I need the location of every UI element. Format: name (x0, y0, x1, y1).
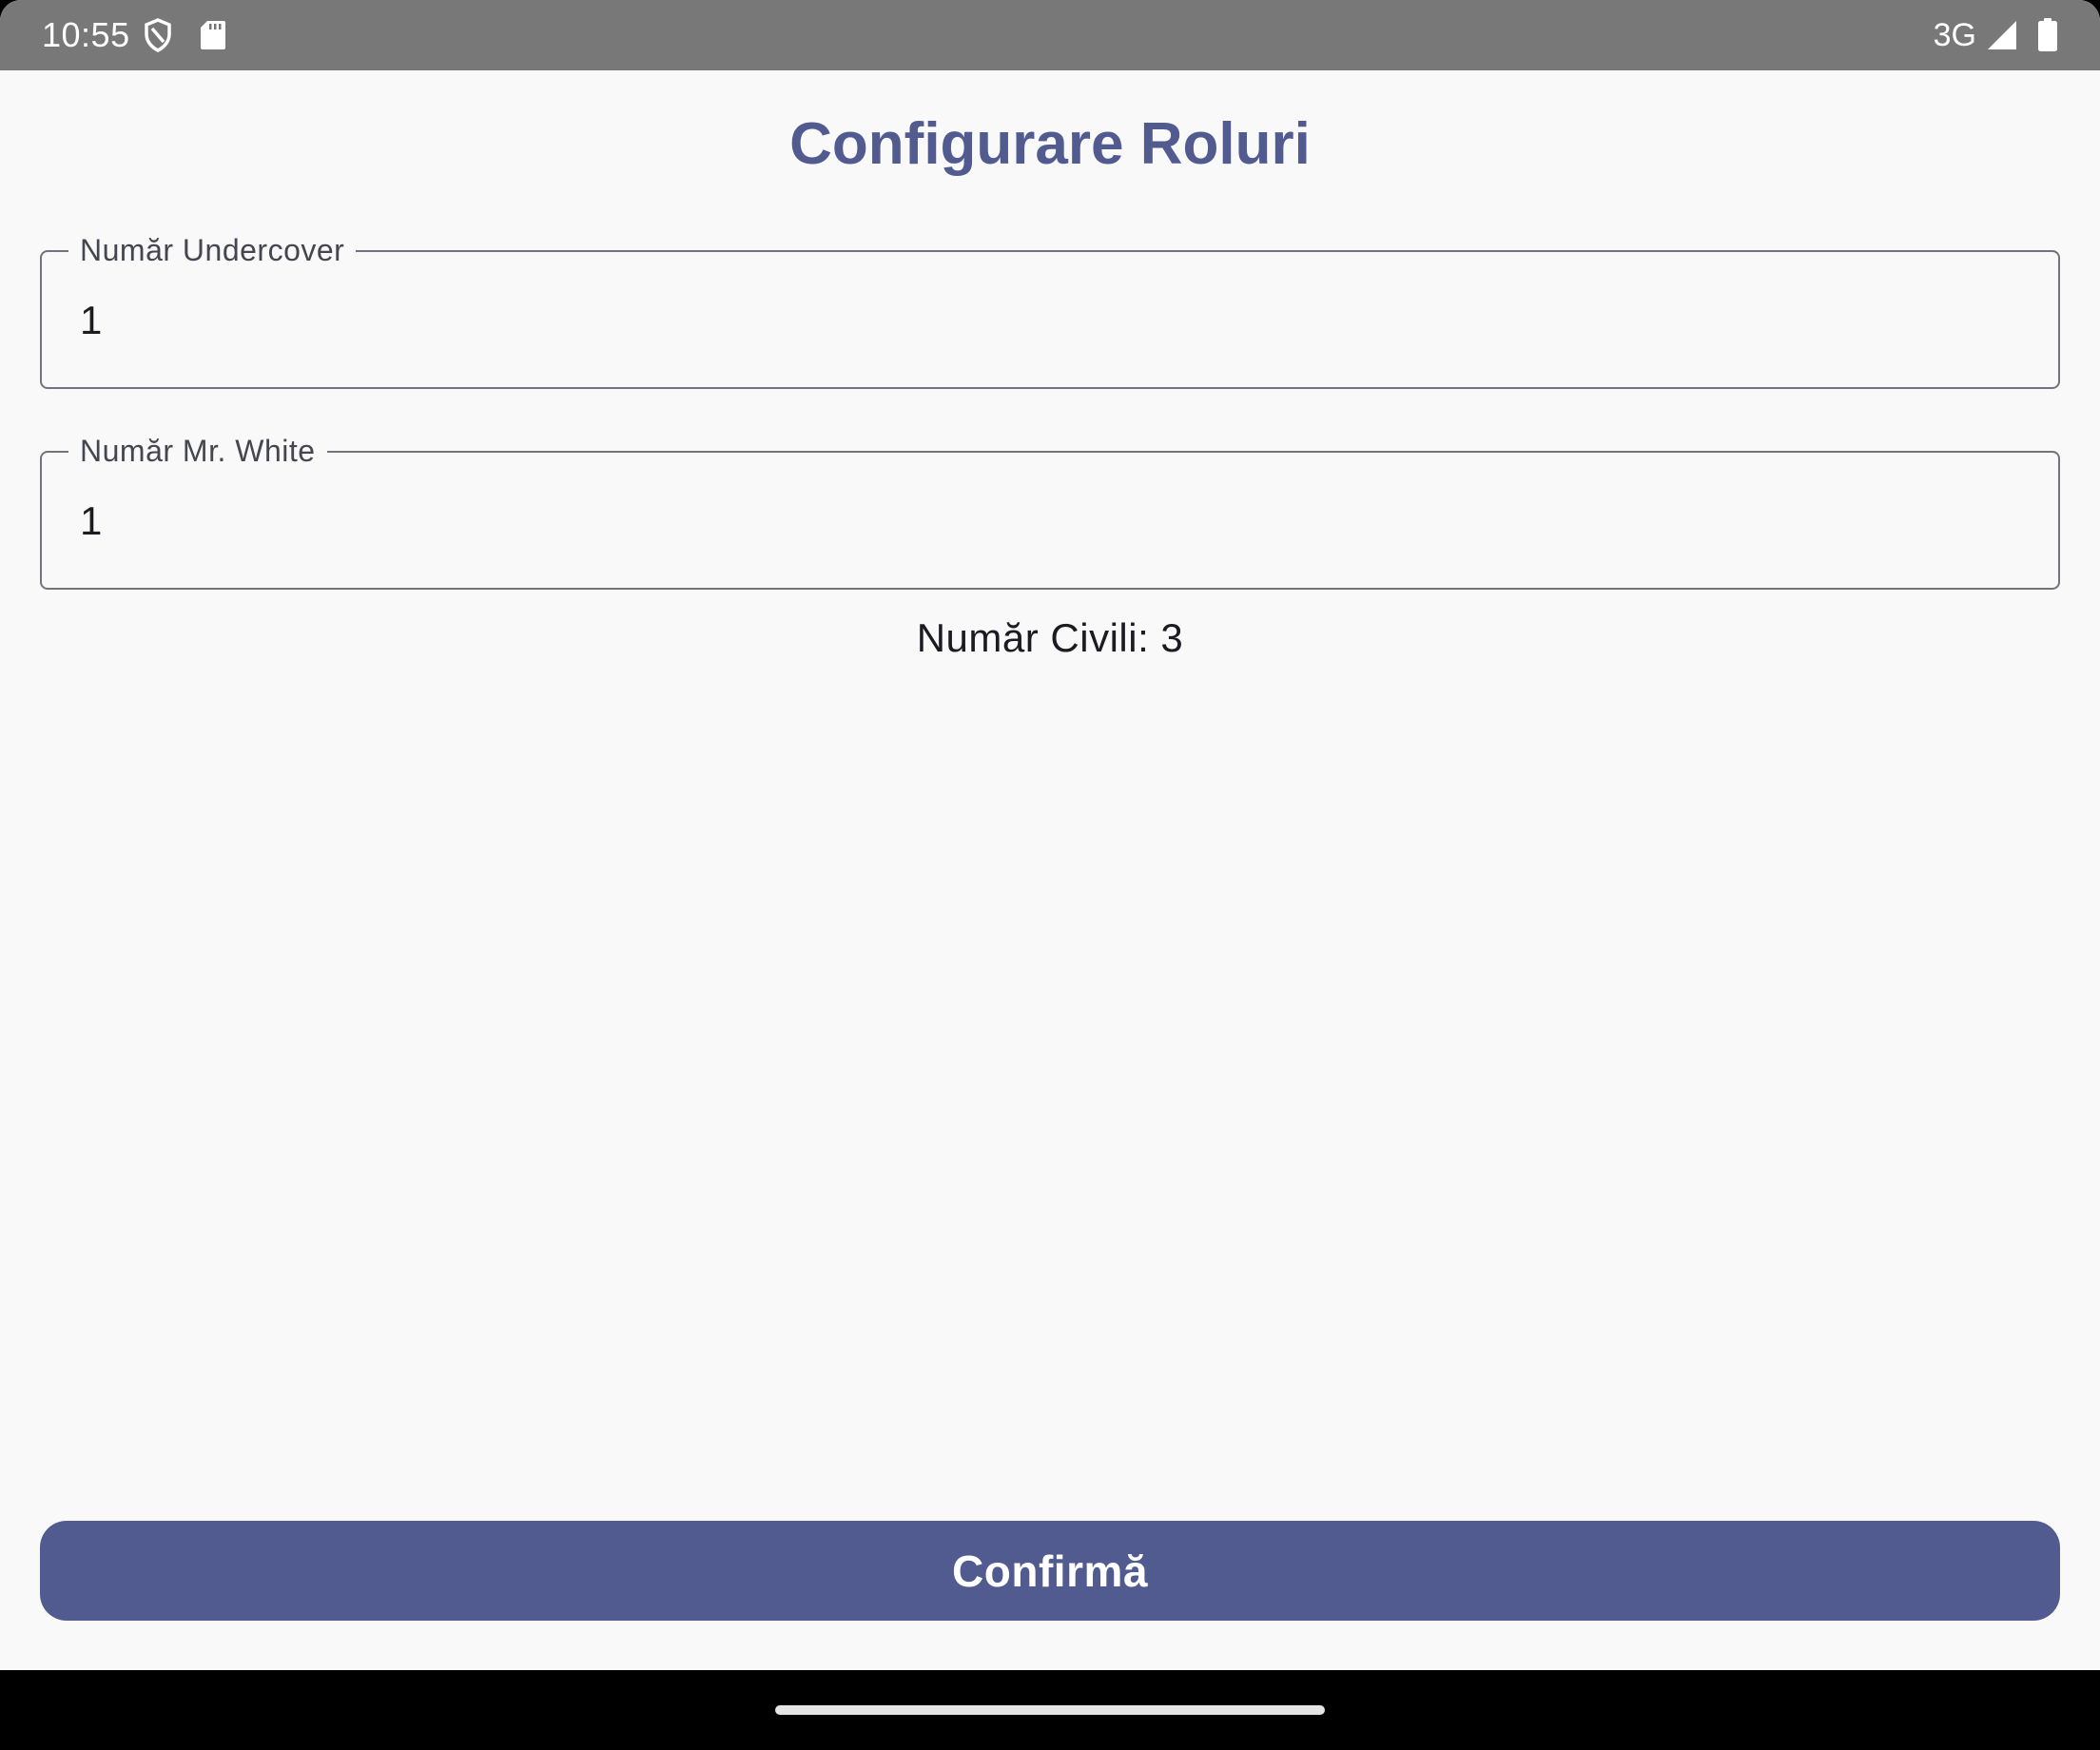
network-type: 3G (1933, 16, 1976, 53)
civili-count-text: Număr Civili: 3 (916, 615, 1184, 660)
status-bar-left: 10:55 (42, 0, 227, 70)
undercover-field-value[interactable]: 1 (80, 294, 102, 347)
sd-card-icon (185, 19, 227, 51)
app-screen: 10:55 3G Configurare Roluri Număr Underc… (0, 0, 2100, 1750)
confirm-button-label: Confirmă (952, 1546, 1148, 1596)
mr-white-field-label: Număr Mr. White (68, 432, 327, 470)
mr-white-count-field[interactable]: Număr Mr. White 1 (40, 432, 2060, 590)
status-bar: 10:55 3G (0, 0, 2100, 70)
battery-icon (2028, 18, 2058, 52)
undercover-count-field[interactable]: Număr Undercover 1 (40, 231, 2060, 389)
home-gesture-handle[interactable] (775, 1705, 1325, 1715)
navigation-bar (0, 1670, 2100, 1750)
status-bar-right: 3G (1934, 0, 2058, 70)
signal-icon (1986, 19, 2018, 51)
confirm-button[interactable]: Confirmă (40, 1521, 2060, 1621)
status-time: 10:55 (42, 15, 130, 54)
mr-white-field-value[interactable]: 1 (80, 495, 102, 548)
page-title: Configurare Roluri (789, 111, 1311, 177)
undercover-field-label: Număr Undercover (68, 231, 357, 269)
shield-icon (144, 18, 172, 52)
